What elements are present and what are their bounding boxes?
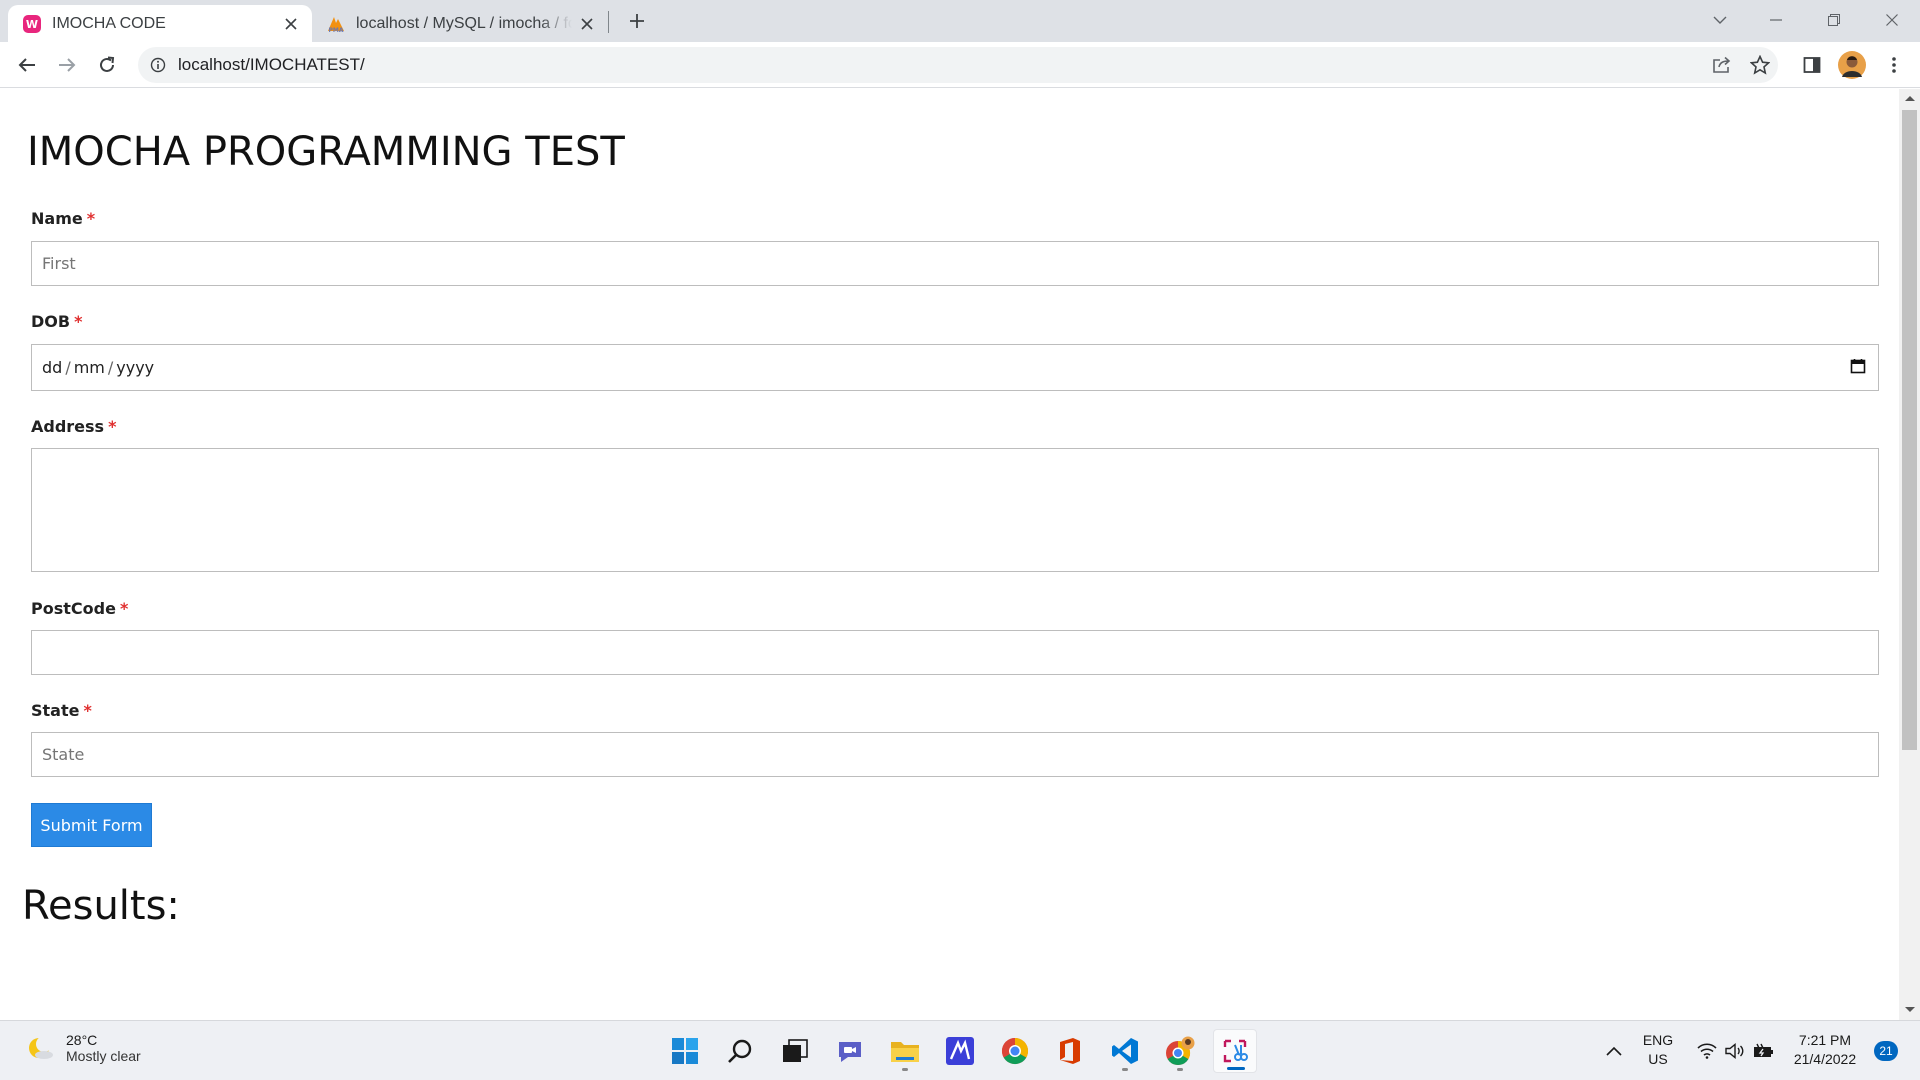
date-year-segment[interactable]: yyyy — [116, 358, 154, 377]
restore-button[interactable] — [1806, 0, 1862, 40]
running-indicator — [1177, 1068, 1183, 1071]
volume-icon — [1725, 1043, 1745, 1059]
browser-toolbar: localhost/IMOCHATEST/ — [0, 42, 1920, 88]
language-code: ENG — [1642, 1032, 1674, 1048]
address-textarea[interactable] — [31, 448, 1879, 572]
page-scrollbar[interactable] — [1899, 89, 1920, 1020]
running-indicator — [1227, 1067, 1245, 1070]
minimize-button[interactable] — [1748, 0, 1804, 40]
phpmyadmin-favicon-icon: PMA — [326, 14, 346, 34]
tab-search-button[interactable] — [1692, 0, 1748, 40]
snipping-tool-icon[interactable] — [1213, 1029, 1257, 1073]
results-heading: Results: — [22, 883, 180, 929]
language-indicator[interactable]: ENG US — [1636, 1031, 1680, 1069]
forward-button[interactable] — [51, 49, 83, 81]
date-format-text: dd / mm / yyyy — [42, 358, 154, 377]
chrome-icon[interactable] — [993, 1029, 1037, 1073]
name-label-text: Name — [31, 209, 83, 228]
start-icon[interactable] — [663, 1029, 707, 1073]
file-explorer-icon[interactable] — [883, 1029, 927, 1073]
clock-date: 21/4/2022 — [1793, 1051, 1857, 1067]
calendar-icon[interactable] — [1850, 358, 1866, 374]
search-icon[interactable] — [718, 1029, 762, 1073]
share-icon[interactable] — [1706, 49, 1738, 81]
name-placeholder: First — [42, 254, 76, 273]
notification-badge[interactable]: 21 — [1874, 1041, 1898, 1061]
chrome-profile-icon[interactable] — [1158, 1029, 1202, 1073]
show-hidden-icons-chevron-icon[interactable] — [1592, 1029, 1636, 1073]
vscode-icon[interactable] — [1103, 1029, 1147, 1073]
tab-phpmyadmin[interactable]: PMA localhost / MySQL / imocha / for — [312, 5, 608, 42]
name-label: Name * — [31, 209, 95, 228]
date-separator: / — [107, 358, 114, 377]
close-tab-icon[interactable] — [282, 15, 300, 33]
page-viewport: IMOCHA PROGRAMMING TEST Name * First DOB *… — [0, 89, 1899, 1020]
address-label: Address * — [31, 417, 116, 436]
region-code: US — [1648, 1051, 1668, 1067]
date-separator: / — [65, 358, 71, 377]
teams-chat-icon[interactable] — [828, 1029, 872, 1073]
state-label-text: State — [31, 701, 80, 720]
dob-label-text: DOB — [31, 312, 71, 331]
weather-condition: Mostly clear — [66, 1048, 141, 1064]
address-bar[interactable]: localhost/IMOCHATEST/ — [138, 47, 1778, 83]
state-input[interactable]: State — [31, 732, 1879, 777]
browser-menu-icon[interactable] — [1878, 49, 1910, 81]
moon-weather-icon — [26, 1035, 56, 1061]
wifi-icon — [1697, 1043, 1717, 1059]
state-label: State * — [31, 701, 92, 720]
windows-taskbar: 28°C Mostly clear ENG US 7:21 PM 21/4/20… — [0, 1020, 1920, 1080]
page-title: IMOCHA PROGRAMMING TEST — [27, 129, 625, 175]
site-info-icon[interactable] — [148, 55, 168, 75]
bookmark-star-icon[interactable] — [1744, 49, 1776, 81]
dob-date-input[interactable]: dd / mm / yyyy — [31, 344, 1879, 391]
required-asterisk: * — [74, 312, 83, 331]
required-asterisk: * — [119, 599, 129, 618]
postcode-input[interactable] — [31, 630, 1879, 675]
state-placeholder: State — [42, 745, 85, 764]
mathpix-icon[interactable] — [938, 1029, 982, 1073]
profile-avatar[interactable] — [1836, 49, 1868, 81]
side-panel-icon[interactable] — [1796, 49, 1828, 81]
running-indicator — [1122, 1068, 1128, 1071]
svg-text:W: W — [26, 18, 38, 31]
scroll-up-arrow-icon[interactable] — [1905, 96, 1915, 101]
required-asterisk: * — [108, 417, 117, 436]
clock-time: 7:21 PM — [1798, 1032, 1852, 1048]
reload-button[interactable] — [91, 49, 123, 81]
url-text: localhost/IMOCHATEST/ — [178, 55, 365, 74]
close-window-button[interactable] — [1864, 0, 1920, 40]
required-asterisk: * — [86, 209, 96, 228]
weather-temperature: 28°C — [66, 1032, 98, 1048]
postcode-label: PostCode * — [31, 599, 128, 618]
address-label-text: Address — [31, 417, 105, 436]
office-icon[interactable] — [1048, 1029, 1092, 1073]
system-tray-status[interactable] — [1688, 1031, 1784, 1071]
tab-title: localhost / MySQL / imocha / for — [356, 14, 572, 32]
dob-label: DOB * — [31, 312, 82, 331]
required-asterisk: * — [83, 701, 92, 720]
date-day-segment[interactable]: dd — [42, 358, 62, 377]
weather-widget[interactable]: 28°C Mostly clear — [26, 1032, 141, 1064]
date-month-segment[interactable]: mm — [74, 358, 105, 377]
close-tab-icon[interactable] — [578, 15, 596, 33]
wamp-favicon-icon: W — [22, 14, 42, 34]
scroll-thumb[interactable] — [1902, 110, 1917, 750]
submit-form-button[interactable]: Submit Form — [31, 803, 152, 847]
back-button[interactable] — [11, 49, 43, 81]
postcode-label-text: PostCode — [31, 599, 116, 618]
tab-strip: W IMOCHA CODE PMA localhost / MySQL / im… — [0, 0, 1920, 42]
battery-charging-icon — [1753, 1043, 1775, 1059]
scroll-down-arrow-icon[interactable] — [1905, 1007, 1915, 1012]
new-tab-button[interactable] — [622, 6, 652, 36]
running-indicator — [902, 1068, 908, 1071]
task-view-icon[interactable] — [773, 1029, 817, 1073]
tab-imocha-code[interactable]: W IMOCHA CODE — [8, 5, 312, 42]
tab-title: IMOCHA CODE — [52, 14, 166, 32]
clock[interactable]: 7:21 PM 21/4/2022 — [1784, 1031, 1866, 1069]
tab-separator — [608, 11, 609, 33]
name-input[interactable]: First — [31, 241, 1879, 286]
svg-text:PMA: PMA — [328, 27, 343, 33]
